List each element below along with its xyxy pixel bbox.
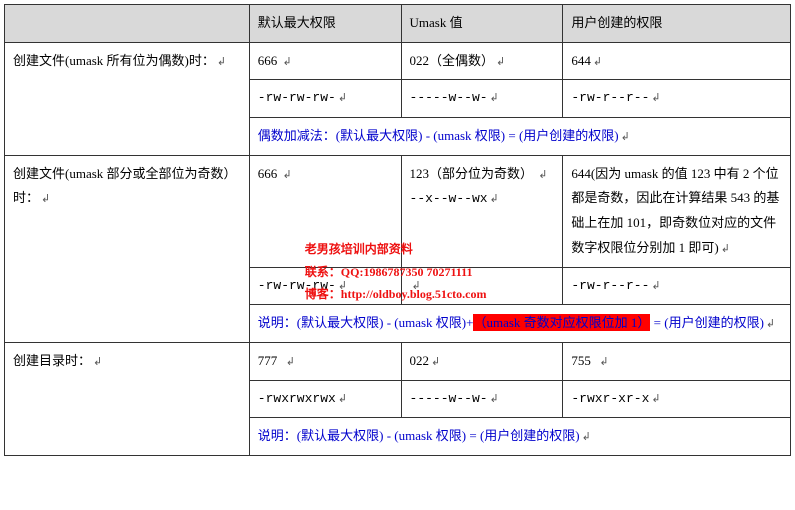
row2-maxperm: 666 ↲ 老男孩培训内部资料 联系：QQ:1986787350 7027111… bbox=[249, 155, 401, 267]
row3-usersym: -rwxr-xr-x↲ bbox=[563, 380, 791, 418]
row2-note: 说明：(默认最大权限) - (umask 权限)+（umask 奇数对应权限位加… bbox=[249, 305, 790, 343]
row1-note: 偶数加减法：(默认最大权限) - (umask 权限) = (用户创建的权限)↲ bbox=[249, 118, 790, 156]
table-row: 创建文件(umask 部分或全部位为奇数）时：↲ 666 ↲ 老男孩培训内部资料… bbox=[5, 155, 791, 267]
header-maxperm: 默认最大权限 bbox=[249, 5, 401, 43]
row3-label: 创建目录时：↲ bbox=[5, 342, 250, 455]
row1-label: 创建文件(umask 所有位为偶数)时：↲ bbox=[5, 42, 250, 155]
watermark-line2: 联系：QQ:1986787350 70271111 bbox=[305, 261, 487, 284]
header-blank bbox=[5, 5, 250, 43]
table-row: 创建文件(umask 所有位为偶数)时：↲ 666 ↲ 022（全偶数）↲ 64… bbox=[5, 42, 791, 80]
row1-maxsym: -rw-rw-rw-↲ bbox=[249, 80, 401, 118]
watermark-line1: 老男孩培训内部资料 bbox=[305, 238, 487, 261]
row2-userperm: 644(因为 umask 的值 123 中有 2 个位都是奇数，因此在计算结果 … bbox=[563, 155, 791, 267]
table-row: 创建目录时：↲ 777 ↲ 022↲ 755 ↲ bbox=[5, 342, 791, 380]
row1-umask: 022（全偶数）↲ bbox=[401, 42, 563, 80]
row2-usersym: -rw-r--r--↲ bbox=[563, 267, 791, 305]
row1-userperm: 644↲ bbox=[563, 42, 791, 80]
row1-maxperm: 666 ↲ bbox=[249, 42, 401, 80]
permissions-table: 默认最大权限 Umask 值 用户创建的权限 创建文件(umask 所有位为偶数… bbox=[4, 4, 791, 456]
row3-note: 说明：(默认最大权限) - (umask 权限) = (用户创建的权限)↲ bbox=[249, 418, 790, 456]
row3-userperm: 755 ↲ bbox=[563, 342, 791, 380]
header-umask: Umask 值 bbox=[401, 5, 563, 43]
row3-maxsym: -rwxrwxrwx↲ bbox=[249, 380, 401, 418]
row1-usersym: -rw-r--r--↲ bbox=[563, 80, 791, 118]
header-userperm: 用户创建的权限 bbox=[563, 5, 791, 43]
watermark-line3: 博客：http://oldboy.blog.51cto.com bbox=[305, 283, 487, 306]
row3-umasksym: -----w--w-↲ bbox=[401, 380, 563, 418]
row1-umasksym: -----w--w-↲ bbox=[401, 80, 563, 118]
row3-maxperm: 777 ↲ bbox=[249, 342, 401, 380]
row3-umask: 022↲ bbox=[401, 342, 563, 380]
header-row: 默认最大权限 Umask 值 用户创建的权限 bbox=[5, 5, 791, 43]
row2-label: 创建文件(umask 部分或全部位为奇数）时：↲ bbox=[5, 155, 250, 342]
